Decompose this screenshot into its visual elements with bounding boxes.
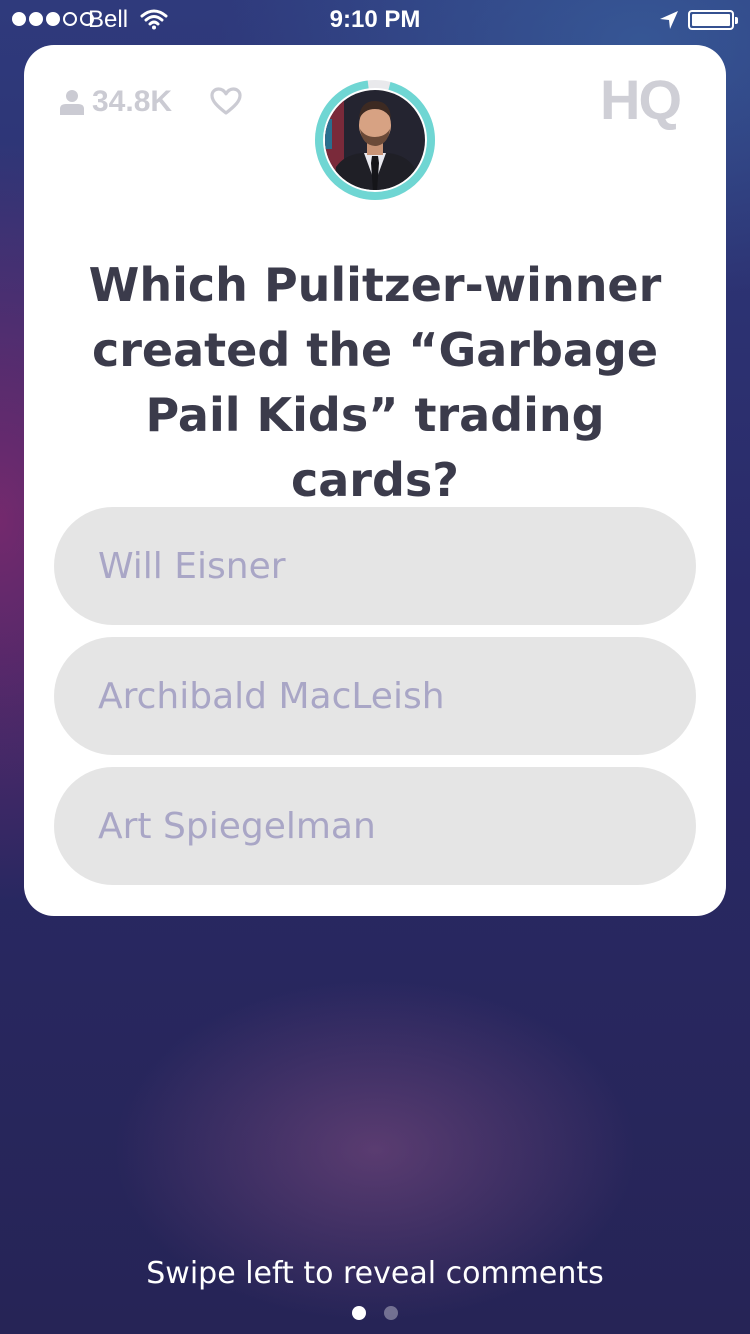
question-text: Which Pulitzer-winner created the “Garba… (88, 258, 662, 507)
host-avatar (314, 79, 436, 201)
status-time: 9:10 PM (329, 6, 421, 33)
question-card: 34.8K HQ Which Pulitzer-winner created t… (24, 45, 726, 916)
answer-option-3-label: Art Spiegelman (98, 805, 376, 847)
viewer-count: 34.8K (60, 85, 172, 119)
answer-option-1-label: Will Eisner (98, 545, 286, 587)
answer-option-2[interactable]: Archibald MacLeish (54, 637, 696, 755)
swipe-hint: Swipe left to reveal comments (146, 1256, 604, 1291)
status-bar: Bell 9:10 PM (0, 0, 750, 40)
battery-icon (688, 10, 738, 30)
page-indicator[interactable] (0, 1306, 750, 1320)
viewer-count-label: 34.8K (92, 85, 173, 118)
page-dot-2[interactable] (384, 1306, 398, 1320)
answer-option-3[interactable]: Art Spiegelman (54, 767, 696, 885)
location-arrow-icon (659, 9, 679, 37)
heart-icon[interactable] (210, 87, 242, 119)
answer-option-2-label: Archibald MacLeish (98, 675, 445, 717)
page-dot-1[interactable] (352, 1306, 366, 1320)
answer-option-1[interactable]: Will Eisner (54, 507, 696, 625)
hq-logo: HQ (600, 68, 682, 131)
person-icon (60, 89, 84, 115)
